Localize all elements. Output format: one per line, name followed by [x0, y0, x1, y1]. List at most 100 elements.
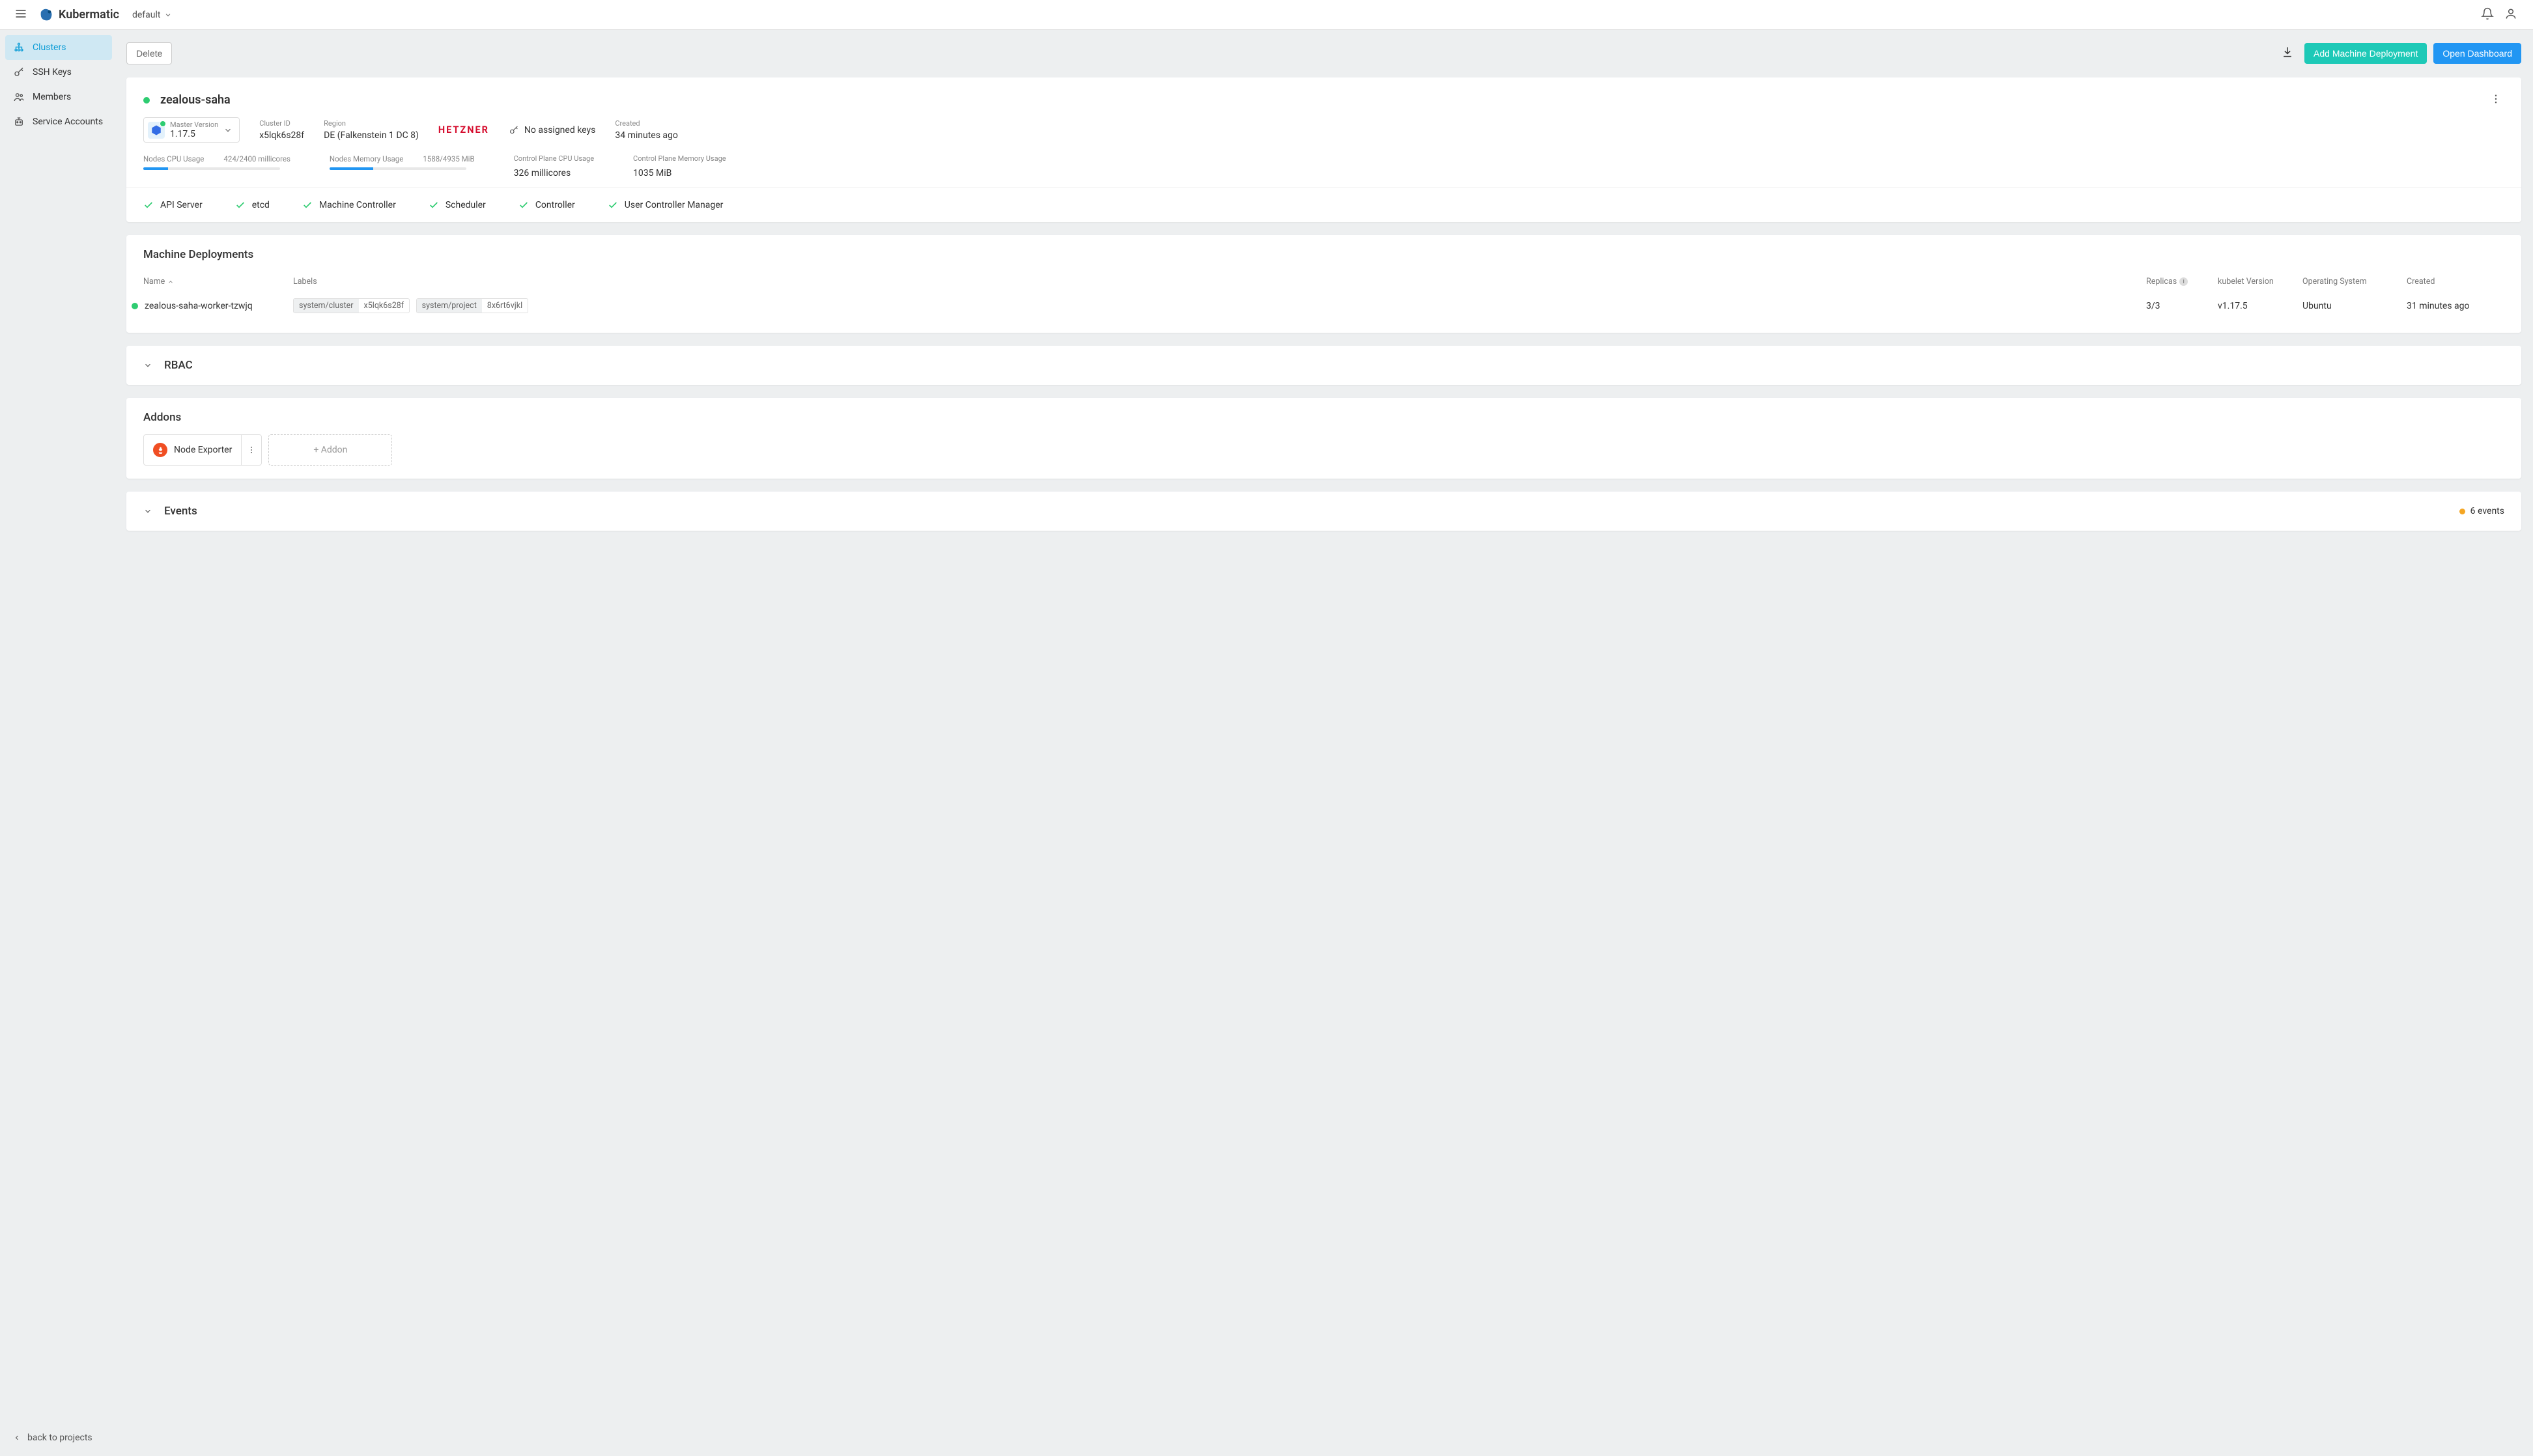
chevron-left-icon	[13, 1434, 21, 1442]
rbac-card: RBAC	[126, 346, 2521, 385]
events-count: 6 events	[2459, 506, 2504, 516]
cpu-progress-bar	[143, 167, 280, 170]
check-icon	[429, 200, 439, 210]
key-icon	[509, 125, 519, 135]
table-row[interactable]: zealous-saha-worker-tzwjq system/cluster…	[143, 292, 2504, 320]
sidebar-item-label: Members	[33, 92, 71, 102]
machine-deployments-card: Machine Deployments Name Labels Replicas…	[126, 235, 2521, 333]
sidebar-item-clusters[interactable]: Clusters	[5, 35, 112, 60]
health-status-row: API Server etcd Machine Controller Schedule…	[126, 188, 2521, 222]
hamburger-menu-button[interactable]	[10, 3, 31, 26]
app-header: Kubermatic default	[0, 0, 2533, 30]
nodes-memory-usage: Nodes Memory Usage 1588/4935 MiB	[330, 154, 475, 178]
sidebar-item-ssh-keys[interactable]: SSH Keys	[5, 60, 112, 85]
cluster-status-indicator	[143, 97, 150, 104]
cluster-overview-card: zealous-saha Master Version 1.17.5	[126, 77, 2521, 222]
section-title: Events	[164, 505, 197, 518]
more-vertical-icon	[247, 445, 256, 455]
warning-indicator	[2459, 509, 2465, 514]
chevron-down-icon	[164, 11, 172, 19]
master-version-label: Master Version	[170, 120, 218, 129]
page-toolbar: Delete Add Machine Deployment Open Dashb…	[126, 42, 2521, 64]
members-icon	[13, 91, 25, 103]
created-block: Created 34 minutes ago	[615, 119, 678, 141]
section-title: Addons	[143, 411, 2504, 424]
md-kubelet: v1.17.5	[2218, 301, 2296, 311]
robot-icon	[13, 116, 25, 128]
project-selector[interactable]: default	[132, 10, 173, 20]
health-item: Machine Controller	[302, 200, 396, 210]
addon-open[interactable]: Node Exporter	[144, 435, 241, 465]
main-content: Delete Add Machine Deployment Open Dashb…	[117, 30, 2533, 1456]
col-created[interactable]: Created	[2407, 277, 2504, 287]
col-labels[interactable]: Labels	[293, 277, 2140, 287]
health-item: User Controller Manager	[608, 200, 724, 210]
md-created: 31 minutes ago	[2407, 301, 2504, 311]
ssh-keys-block[interactable]: No assigned keys	[509, 125, 595, 135]
chevron-down-icon	[223, 126, 233, 135]
health-item: Controller	[518, 200, 575, 210]
sidebar-item-service-accounts[interactable]: Service Accounts	[5, 109, 112, 134]
more-vertical-icon	[2490, 93, 2502, 105]
health-item: Scheduler	[429, 200, 486, 210]
addons-card: Addons Node Exporter + Addon	[126, 398, 2521, 479]
sidebar: Clusters SSH Keys Members Service Accoun…	[0, 30, 117, 1456]
sidebar-item-label: Service Accounts	[33, 117, 103, 127]
control-plane-cpu: Control Plane CPU Usage 326 millicores	[514, 154, 594, 178]
label-chip: system/clusterx5lqk6s28f	[293, 298, 410, 313]
chevron-down-icon	[143, 507, 152, 516]
info-icon: i	[2179, 277, 2188, 286]
events-toggle[interactable]: Events	[143, 505, 197, 518]
region-block: Region DE (Falkenstein 1 DC 8)	[324, 119, 419, 141]
master-version-value: 1.17.5	[170, 129, 218, 139]
col-kubelet[interactable]: kubelet Version	[2218, 277, 2296, 287]
col-name[interactable]: Name	[143, 277, 287, 287]
brand-name: Kubermatic	[59, 8, 119, 21]
key-icon	[13, 66, 25, 78]
events-card: Events 6 events	[126, 492, 2521, 531]
memory-progress-bar	[330, 167, 466, 170]
project-name: default	[132, 10, 161, 20]
region-value: DE (Falkenstein 1 DC 8)	[324, 130, 419, 141]
sidebar-item-label: Clusters	[33, 42, 66, 53]
open-dashboard-button[interactable]: Open Dashboard	[2433, 43, 2521, 64]
download-kubeconfig-button[interactable]	[2277, 42, 2298, 64]
delete-button[interactable]: Delete	[126, 42, 172, 64]
col-replicas[interactable]: Replicas i	[2146, 277, 2211, 287]
check-icon	[143, 200, 154, 210]
label-chip: system/project8x6rt6vjkl	[416, 298, 529, 313]
menu-icon	[14, 7, 27, 20]
section-title: Machine Deployments	[143, 248, 2504, 261]
brand-logo[interactable]: Kubermatic	[38, 7, 119, 23]
health-item: API Server	[143, 200, 203, 210]
check-icon	[518, 200, 529, 210]
rbac-toggle[interactable]: RBAC	[143, 359, 2504, 372]
cluster-id-value: x5lqk6s28f	[259, 130, 304, 141]
add-addon-button[interactable]: + Addon	[268, 434, 392, 466]
clusters-icon	[13, 42, 25, 53]
kubernetes-icon	[148, 122, 165, 139]
notifications-button[interactable]	[2476, 2, 2499, 27]
cluster-name: zealous-saha	[160, 93, 231, 107]
nodes-cpu-usage: Nodes CPU Usage 424/2400 millicores	[143, 154, 290, 178]
back-link-label: back to projects	[27, 1433, 92, 1443]
section-title: RBAC	[164, 359, 193, 372]
back-to-projects-link[interactable]: back to projects	[5, 1425, 112, 1451]
sidebar-item-members[interactable]: Members	[5, 85, 112, 109]
col-os[interactable]: Operating System	[2302, 277, 2400, 287]
add-machine-deployment-button[interactable]: Add Machine Deployment	[2304, 43, 2427, 64]
md-labels: system/clusterx5lqk6s28f system/project8…	[293, 298, 2140, 313]
prometheus-icon	[153, 443, 167, 457]
addon-more-button[interactable]	[241, 435, 261, 465]
master-version-selector[interactable]: Master Version 1.17.5	[143, 117, 240, 143]
table-header: Name Labels Replicas i kubelet Version O…	[143, 272, 2504, 292]
check-icon	[608, 200, 618, 210]
bell-icon	[2481, 7, 2494, 20]
cluster-more-menu-button[interactable]	[2487, 91, 2504, 109]
kubermatic-logo-icon	[38, 7, 55, 23]
health-item: etcd	[235, 200, 270, 210]
user-menu-button[interactable]	[2499, 2, 2523, 27]
ssh-keys-value: No assigned keys	[524, 125, 595, 135]
sidebar-item-label: SSH Keys	[33, 67, 72, 77]
md-status-indicator	[132, 303, 138, 309]
